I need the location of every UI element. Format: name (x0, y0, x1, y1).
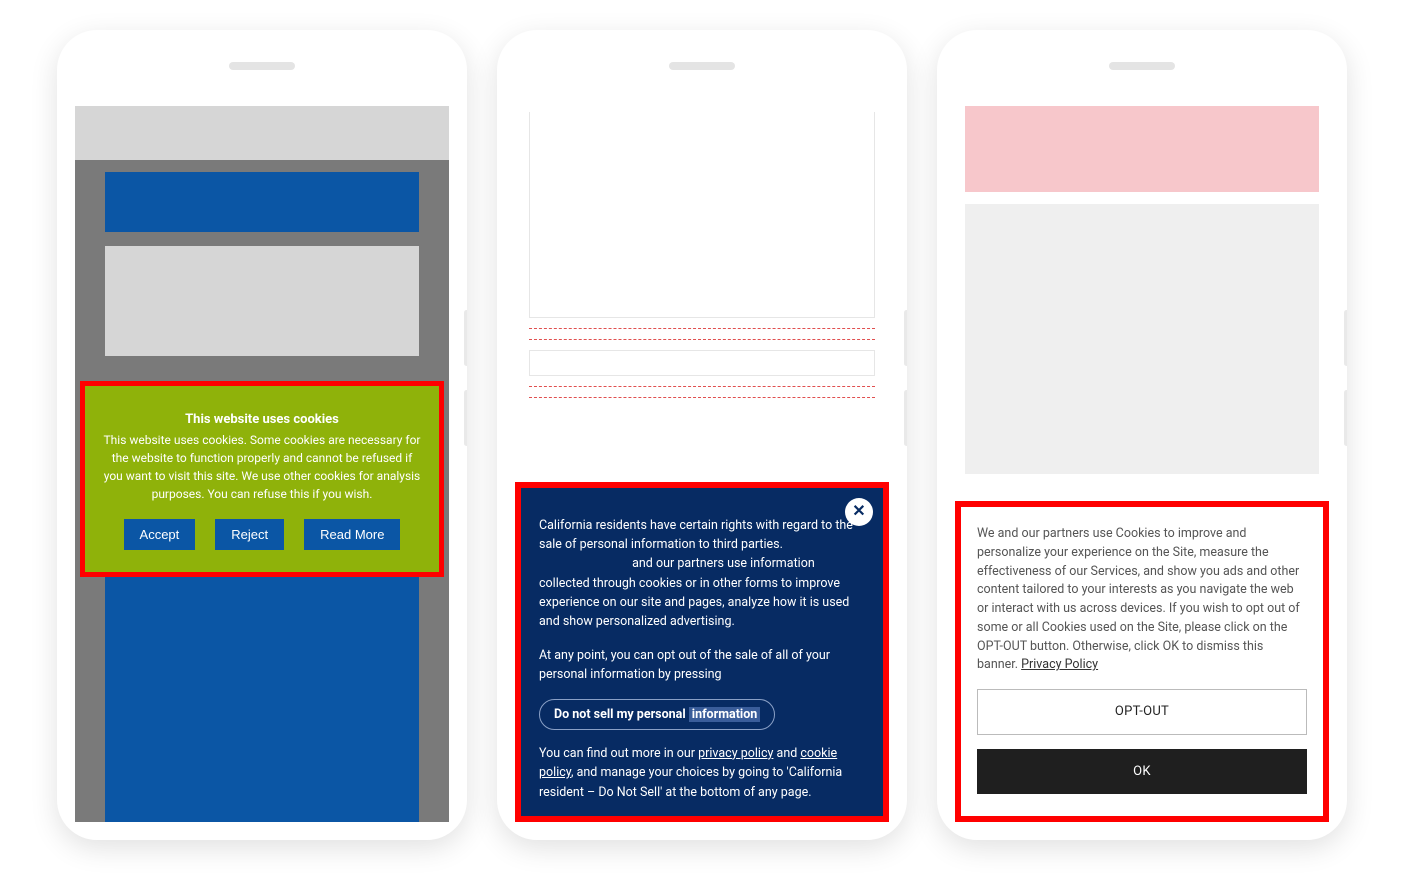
phone-side-button (1344, 390, 1347, 446)
skeleton-divider (529, 339, 875, 340)
banner-title: This website uses cookies (101, 412, 423, 427)
phone-side-button (464, 390, 467, 446)
cookie-banner-2: ✕ California residents have certain righ… (515, 482, 889, 823)
phone-speaker (669, 62, 735, 70)
close-glyph: ✕ (852, 499, 865, 524)
skeleton-divider (529, 386, 875, 387)
skeleton-block (529, 112, 875, 318)
banner-paragraph-1: California residents have certain rights… (539, 516, 865, 632)
privacy-policy-link[interactable]: Privacy Policy (1021, 657, 1098, 672)
skeleton-block (965, 204, 1319, 474)
phone-screen-1: This website uses cookies This website u… (75, 106, 449, 822)
banner-text: This website uses cookies. Some cookies … (101, 431, 423, 503)
cookie-banner-1: This website uses cookies This website u… (80, 381, 444, 577)
close-icon[interactable]: ✕ (845, 498, 873, 526)
opt-out-button[interactable]: OPT-OUT (977, 689, 1307, 735)
skeleton-divider (529, 328, 875, 329)
banner-paragraph-3: You can find out more in our privacy pol… (539, 744, 865, 802)
banner-paragraph-2: At any point, you can opt out of the sal… (539, 646, 865, 685)
privacy-policy-link[interactable]: privacy policy (698, 746, 773, 761)
phone-screen-2: ✕ California residents have certain righ… (515, 106, 889, 822)
text-span: California residents have certain rights… (539, 518, 853, 552)
phone-mockup-3: We and our partners use Cookies to impro… (937, 30, 1347, 840)
skeleton-bar (105, 172, 419, 232)
skeleton-block (529, 350, 875, 376)
phone-speaker (1109, 62, 1175, 70)
accept-button[interactable]: Accept (124, 519, 196, 550)
banner-text: We and our partners use Cookies to impro… (977, 525, 1307, 675)
chip-text-b: information (689, 707, 761, 722)
skeleton-block (105, 246, 419, 356)
phone-mockup-2: ✕ California residents have certain righ… (497, 30, 907, 840)
chip-text-a: Do not sell my personal (554, 707, 689, 722)
skeleton-divider (529, 397, 875, 398)
cookie-banner-3: We and our partners use Cookies to impro… (955, 501, 1329, 822)
skeleton-banner (965, 106, 1319, 192)
phone-side-button (1344, 310, 1347, 366)
skeleton-topbar (75, 106, 449, 160)
skeleton-bigblock (105, 546, 419, 822)
phone-side-button (904, 390, 907, 446)
do-not-sell-button[interactable]: Do not sell my personal information (539, 699, 775, 730)
phone-side-button (904, 310, 907, 366)
text-span: and (773, 746, 800, 761)
text-span: , and manage your choices by going to 'C… (539, 765, 842, 799)
text-span: We and our partners use Cookies to impro… (977, 526, 1300, 672)
text-span: and our partners use information collect… (539, 556, 849, 629)
reject-button[interactable]: Reject (215, 519, 284, 550)
phone-side-button (464, 310, 467, 366)
read-more-button[interactable]: Read More (304, 519, 400, 550)
phone-screen-3: We and our partners use Cookies to impro… (955, 106, 1329, 822)
text-span: You can find out more in our (539, 746, 698, 761)
banner-button-row: Accept Reject Read More (101, 519, 423, 550)
phone-mockup-1: This website uses cookies This website u… (57, 30, 467, 840)
phone-speaker (229, 62, 295, 70)
ok-button[interactable]: OK (977, 749, 1307, 795)
